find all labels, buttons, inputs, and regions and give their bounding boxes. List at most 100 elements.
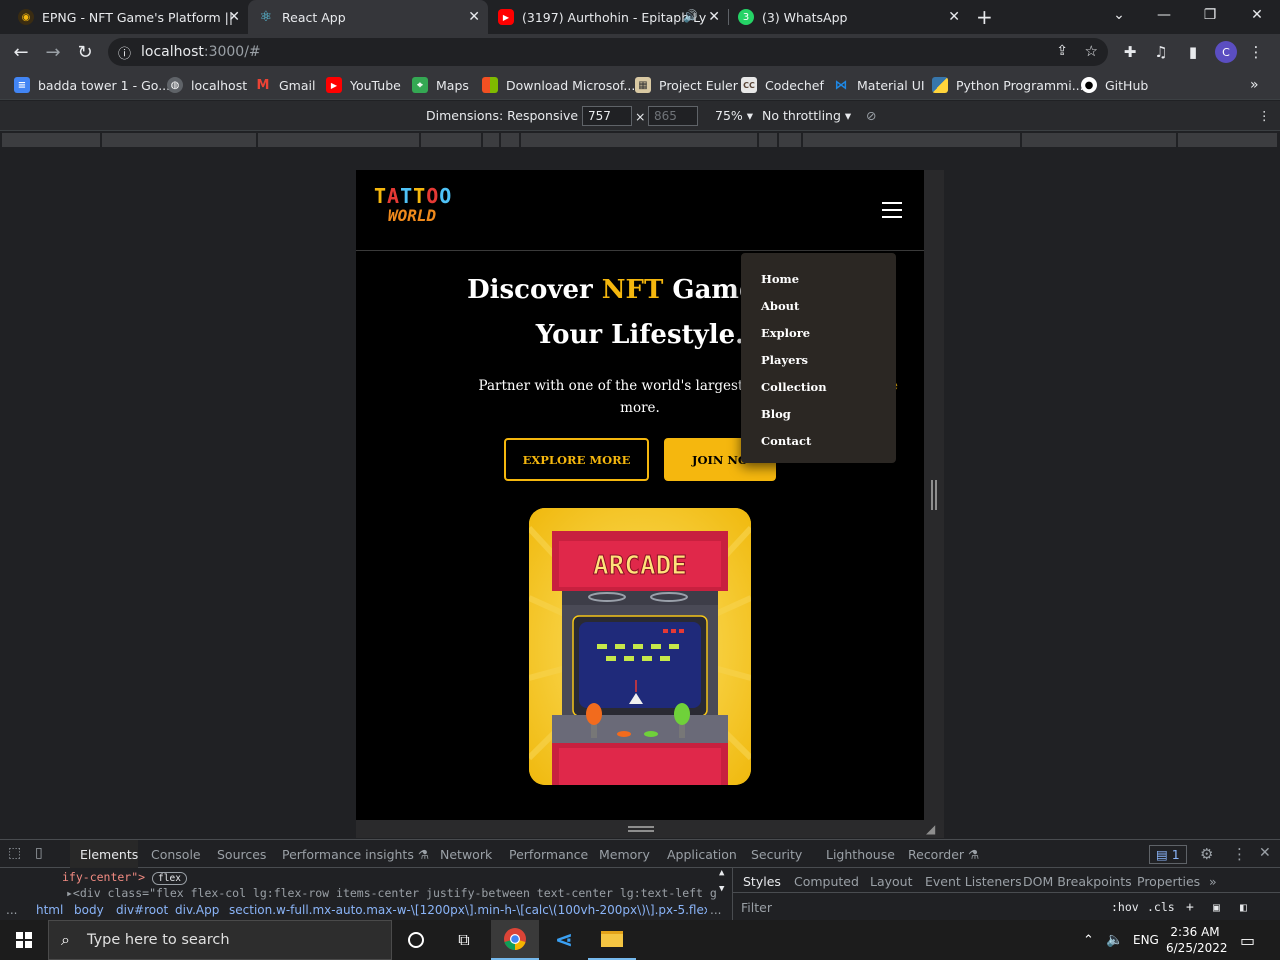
device-toggle-icon[interactable]: ▯ — [35, 845, 43, 861]
ruler-segment[interactable] — [483, 133, 500, 147]
nav-item-about[interactable]: About — [741, 292, 896, 319]
share-icon[interactable]: ⇪ — [1056, 43, 1068, 59]
more-tabs-chevron-icon[interactable]: » — [1209, 874, 1217, 889]
code-line[interactable]: ify-center"> flex — [62, 870, 187, 885]
close-icon[interactable]: ✕ — [468, 9, 480, 25]
back-arrow-icon[interactable]: ← — [8, 40, 34, 64]
hamburger-menu-icon[interactable] — [882, 202, 902, 218]
rotate-disabled-icon[interactable]: ⊘ — [866, 108, 876, 123]
vscode-icon[interactable]: ⋖ — [540, 920, 588, 960]
resize-corner-icon[interactable]: ◢ — [926, 822, 940, 836]
tab-search-chevron-icon[interactable]: ⌄ — [1096, 0, 1142, 30]
forward-arrow-icon[interactable]: → — [40, 40, 66, 64]
tab-layout[interactable]: Layout — [870, 874, 913, 889]
bookmark-codechef[interactable]: CC Codechef — [741, 76, 824, 94]
ruler-segment[interactable] — [501, 133, 520, 147]
inspect-element-icon[interactable]: ⬚ — [8, 845, 21, 861]
ruler-segment[interactable] — [421, 133, 482, 147]
reload-icon[interactable]: ↻ — [72, 40, 98, 64]
code-line[interactable]: ▸<div class="flex flex-col lg:flex-row i… — [66, 886, 716, 900]
nav-item-players[interactable]: Players — [741, 346, 896, 373]
throttling-dropdown[interactable]: No throttling ▾ — [762, 108, 851, 123]
hov-toggle[interactable]: :hov — [1111, 900, 1139, 914]
paint-icon[interactable]: ▣ — [1213, 900, 1220, 914]
taskbar-search-input[interactable]: ⌕ Type here to search — [48, 920, 392, 960]
zoom-dropdown[interactable]: 75% ▾ — [715, 108, 753, 123]
tab-dom-breakpoints[interactable]: DOM Breakpoints — [1023, 874, 1132, 889]
bookmark-material-ui[interactable]: ⋈ Material UI — [833, 76, 925, 94]
breadcrumb-html[interactable]: html — [36, 903, 63, 917]
media-controls-icon[interactable]: ♫ — [1151, 42, 1171, 62]
bookmark-localhost[interactable]: ◍ localhost — [167, 76, 247, 94]
bookmark-microsoft[interactable]: Download Microsof... — [482, 76, 635, 94]
window-close-icon[interactable]: ✕ — [1234, 0, 1280, 30]
site-info-icon[interactable]: ⓘ — [118, 43, 131, 62]
file-explorer-icon[interactable] — [588, 920, 636, 960]
bookmark-gmail[interactable]: M Gmail — [255, 76, 316, 94]
close-icon[interactable]: ✕ — [948, 9, 960, 25]
tab-elements[interactable]: Elements — [80, 847, 138, 862]
explore-more-button[interactable]: EXPLORE MORE — [504, 438, 649, 481]
profile-avatar[interactable]: C — [1215, 41, 1237, 63]
ruler-segment[interactable] — [759, 133, 778, 147]
width-input[interactable]: 757 — [582, 106, 632, 126]
cortana-icon[interactable] — [392, 920, 440, 960]
restore-icon[interactable]: ❐ — [1187, 0, 1233, 30]
tab-memory[interactable]: Memory — [599, 847, 650, 862]
ruler-segment[interactable] — [102, 133, 257, 147]
device-more-icon[interactable]: ⋮ — [1258, 108, 1271, 123]
system-clock[interactable]: 2:36 AM 6/25/2022 — [1166, 924, 1228, 956]
tab-computed[interactable]: Computed — [794, 874, 859, 889]
breadcrumb-root[interactable]: div#root — [116, 903, 168, 917]
breadcrumb-more[interactable]: ... — [710, 903, 721, 917]
chrome-taskbar-icon[interactable] — [491, 920, 539, 960]
nav-item-home[interactable]: Home — [741, 265, 896, 292]
tab-console[interactable]: Console — [151, 847, 201, 862]
minimize-icon[interactable]: — — [1141, 0, 1187, 30]
styles-filter-input[interactable]: Filter — [741, 900, 772, 915]
breadcrumb-app[interactable]: div.App — [175, 903, 219, 917]
scroll-down-icon[interactable]: ▼ — [719, 884, 724, 894]
tab-event-listeners[interactable]: Event Listeners — [925, 874, 1022, 889]
more-bookmarks-chevron-icon[interactable]: » — [1250, 76, 1259, 94]
notifications-icon[interactable]: ▭ — [1240, 920, 1255, 960]
bookmark-badda-tower[interactable]: ≡ badda tower 1 - Go... — [14, 76, 170, 94]
side-panel-icon[interactable]: ▮ — [1183, 42, 1203, 62]
tab-lighthouse[interactable]: Lighthouse — [826, 847, 895, 862]
flex-badge[interactable]: flex — [152, 872, 187, 885]
breadcrumb-section[interactable]: section.w-full.mx-auto.max-w-\[1200px\].… — [229, 903, 707, 917]
site-logo[interactable]: TATTOO WORLD — [374, 186, 452, 224]
task-view-icon[interactable]: ⧉ — [440, 920, 488, 960]
new-style-rule-icon[interactable]: + — [1186, 900, 1194, 915]
close-icon[interactable]: ✕ — [708, 9, 720, 25]
resize-handle-bottom[interactable] — [628, 826, 654, 832]
tab-epng[interactable]: ◉ EPNG - NFT Game's Platform || Ed ✕ — [8, 0, 248, 34]
devtools-close-icon[interactable]: ✕ — [1259, 845, 1271, 861]
extensions-puzzle-icon[interactable]: ✚ — [1120, 42, 1140, 62]
tab-security[interactable]: Security — [751, 847, 802, 862]
kebab-menu-icon[interactable]: ⋮ — [1246, 42, 1266, 62]
address-bar[interactable]: ⓘ localhost:3000/# ⇪ ☆ — [108, 38, 1108, 66]
tab-sources[interactable]: Sources — [217, 847, 266, 862]
ruler-segment[interactable] — [803, 133, 1021, 147]
toggle-sidebar-icon[interactable]: ◧ — [1240, 900, 1247, 914]
breadcrumb-body[interactable]: body — [74, 903, 104, 917]
tab-youtube[interactable]: ▶ (3197) Aurthohin - Epitaph Ly 🔊 ✕ — [488, 0, 728, 34]
bookmark-python[interactable]: Python Programmi... — [932, 76, 1084, 94]
scroll-up-icon[interactable]: ▲ — [719, 868, 724, 878]
tab-styles[interactable]: Styles — [743, 874, 781, 889]
issues-badge[interactable]: ▤ 1 — [1149, 845, 1187, 864]
nav-item-contact[interactable]: Contact — [741, 427, 896, 454]
bookmark-github[interactable]: ● GitHub — [1081, 76, 1148, 94]
windows-start-icon[interactable] — [0, 920, 48, 960]
nav-item-blog[interactable]: Blog — [741, 400, 896, 427]
dimensions-dropdown[interactable]: Dimensions: Responsive ▾ — [426, 108, 588, 123]
ruler-segment[interactable] — [521, 133, 758, 147]
bookmark-youtube[interactable]: ▶ YouTube — [326, 76, 401, 94]
breadcrumb-more[interactable]: ... — [6, 903, 17, 917]
tab-performance-insights[interactable]: Performance insights ⚗ — [282, 847, 429, 862]
tab-properties[interactable]: Properties — [1137, 874, 1200, 889]
audio-playing-icon[interactable]: 🔊 — [683, 9, 698, 23]
tab-application[interactable]: Application — [667, 847, 737, 862]
bookmark-star-icon[interactable]: ☆ — [1085, 42, 1098, 60]
